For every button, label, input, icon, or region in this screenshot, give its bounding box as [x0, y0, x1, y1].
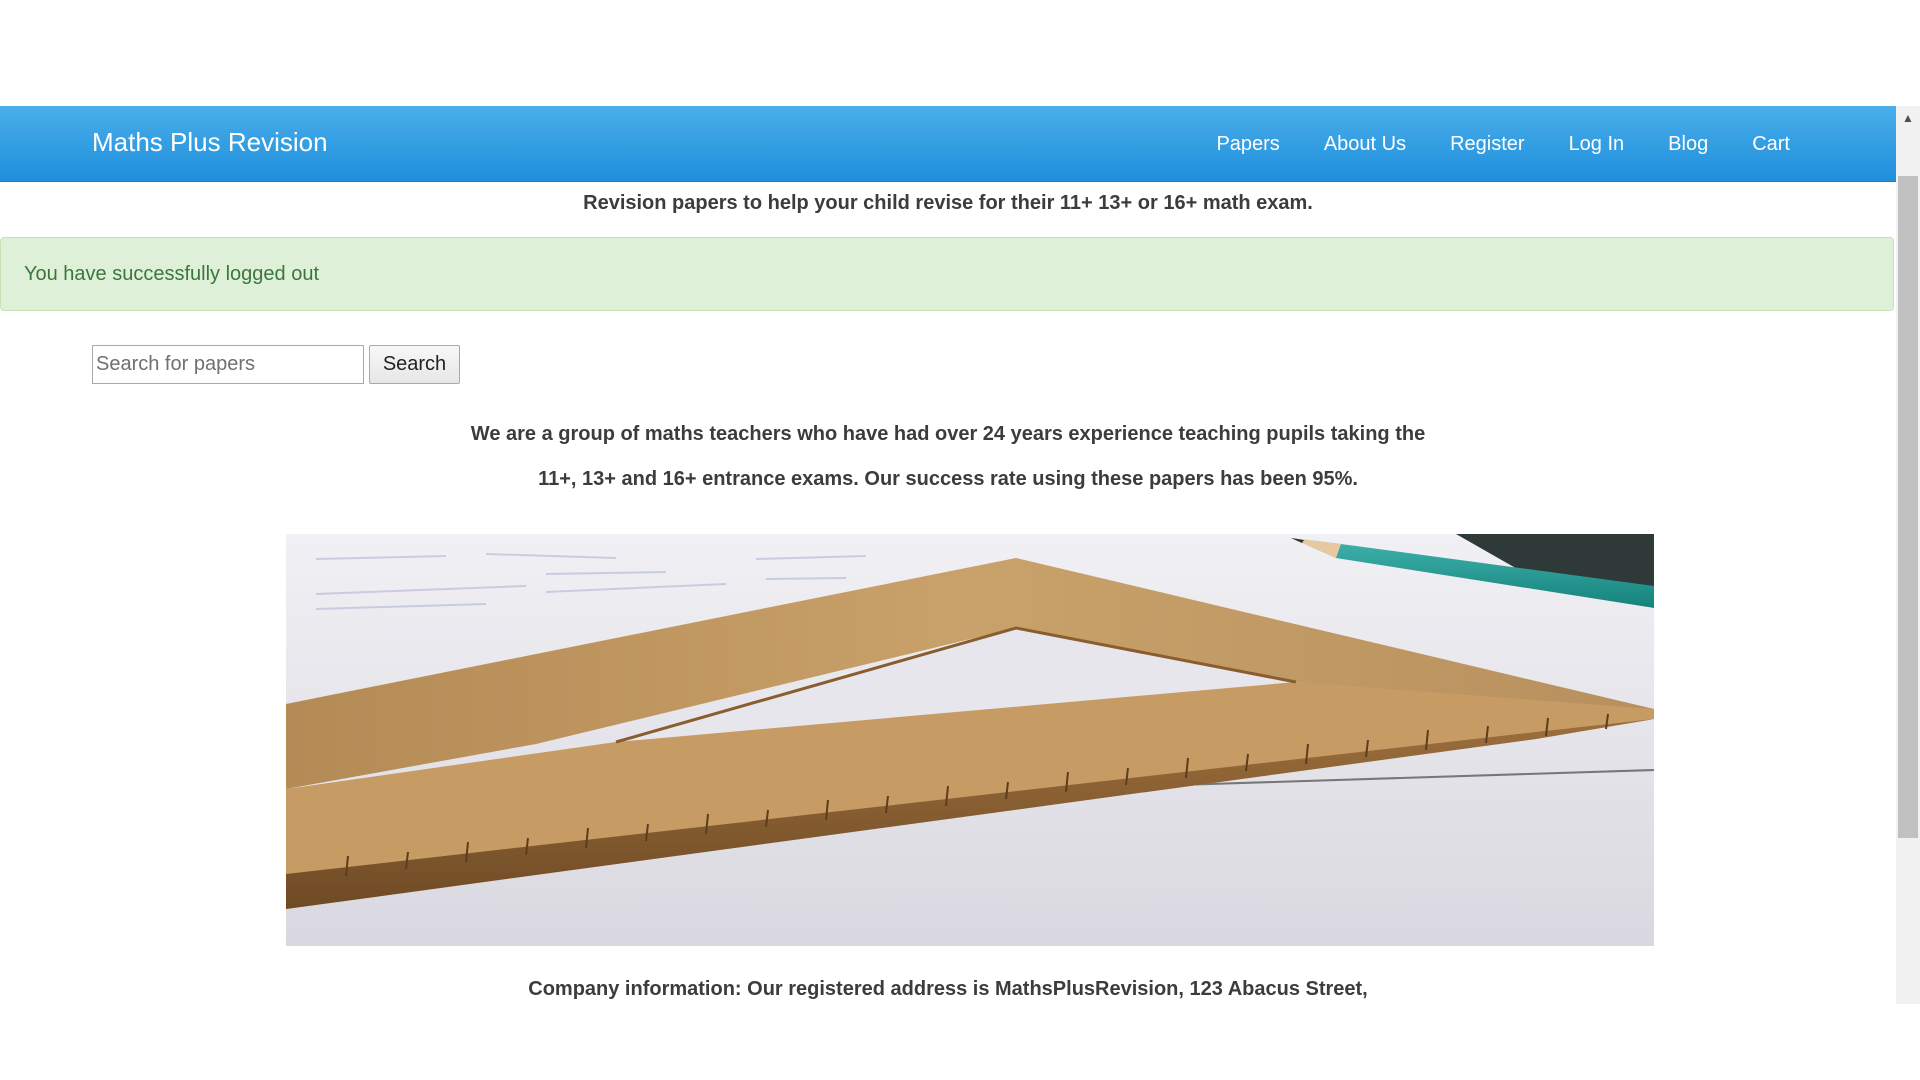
- alert-message: You have successfully logged out: [24, 263, 320, 285]
- nav-link-log-in[interactable]: Log In: [1547, 106, 1647, 182]
- brand-logo[interactable]: Maths Plus Revision: [92, 127, 328, 158]
- search-button[interactable]: Search: [369, 345, 460, 384]
- intro-line-1: We are a group of maths teachers who hav…: [470, 423, 1426, 445]
- browser-top-area: [0, 0, 1920, 106]
- site-tagline: Revision papers to help your child revis…: [583, 192, 1313, 214]
- search-input[interactable]: [92, 345, 364, 384]
- nav-link-cart[interactable]: Cart: [1730, 106, 1812, 182]
- nav-link-papers[interactable]: Papers: [1194, 106, 1301, 182]
- navbar: Maths Plus Revision Papers About Us Regi…: [0, 106, 1896, 182]
- nav-link-blog[interactable]: Blog: [1646, 106, 1730, 182]
- nav-link-about-us[interactable]: About Us: [1302, 106, 1428, 182]
- page-viewport: Maths Plus Revision Papers About Us Regi…: [0, 106, 1896, 1004]
- intro-line-2: 11+, 13+ and 16+ entrance exams. Our suc…: [538, 468, 1358, 490]
- intro-text: We are a group of maths teachers who hav…: [0, 412, 1896, 502]
- browser-bottom-area: [0, 1004, 1920, 1080]
- scroll-up-arrow-icon[interactable]: ▲: [1896, 106, 1920, 130]
- nav-links: Papers About Us Register Log In Blog Car…: [1194, 106, 1812, 182]
- scrollbar-thumb[interactable]: [1898, 176, 1918, 838]
- logout-success-alert: You have successfully logged out: [0, 237, 1894, 311]
- company-information: Company information: Our registered addr…: [528, 978, 1368, 1000]
- hero-image-ruler: [286, 534, 1654, 946]
- nav-link-register[interactable]: Register: [1428, 106, 1546, 182]
- vertical-scrollbar[interactable]: ▲: [1896, 106, 1920, 1004]
